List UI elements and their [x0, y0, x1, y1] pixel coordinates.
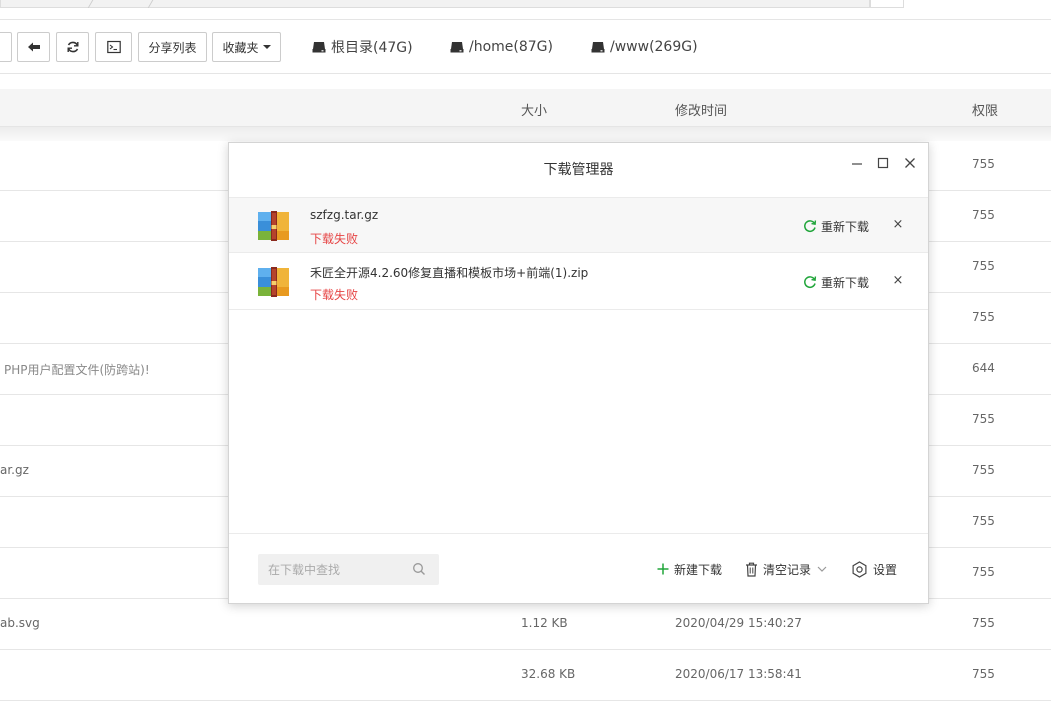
cell-name: PHP用户配置文件(防跨站)! [4, 363, 150, 377]
chevron-down-icon [817, 566, 827, 572]
terminal-button[interactable] [95, 32, 132, 62]
hard-drive-icon [312, 41, 326, 53]
minimize-icon [852, 163, 862, 165]
cell-permission: 755 [972, 565, 995, 579]
disk-www[interactable]: /www(269G) [591, 32, 698, 62]
cell-permission: 755 [972, 412, 995, 426]
download-filename: szfzg.tar.gz [310, 208, 379, 222]
close-icon [905, 158, 915, 168]
clear-records-label: 清空记录 [763, 562, 812, 577]
retry-label: 重新下载 [821, 219, 870, 234]
caret-down-icon [262, 45, 271, 49]
retry-icon [804, 220, 817, 233]
column-size[interactable]: 大小 [521, 100, 547, 119]
search-icon[interactable] [412, 562, 426, 576]
path-segment[interactable] [88, 0, 154, 8]
path-bar[interactable] [0, 0, 870, 8]
hard-drive-icon [591, 41, 605, 53]
maximize-icon [877, 157, 889, 169]
refresh-icon [67, 41, 78, 53]
download-search-input[interactable] [258, 554, 408, 585]
disk-home[interactable]: /home(87G) [450, 32, 553, 62]
retry-label: 重新下载 [821, 275, 870, 290]
forward-button[interactable] [0, 32, 12, 62]
cell-permission: 755 [972, 667, 995, 681]
download-search [258, 554, 439, 585]
disk-label: /home(87G) [469, 39, 553, 55]
plus-icon [657, 563, 669, 575]
cell-permission: 755 [972, 463, 995, 477]
download-filename: 禾匠全开源4.2.60修复直播和模板市场+前端(1).zip [310, 266, 589, 280]
refresh-button[interactable] [56, 32, 89, 62]
cell-permission: 755 [972, 514, 995, 528]
terminal-icon [106, 40, 121, 54]
cell-permission: 644 [972, 361, 995, 375]
close-button[interactable] [902, 155, 918, 171]
disk-label: 根目录(47G) [331, 40, 413, 56]
cell-permission: 755 [972, 208, 995, 222]
dialog-footer: 新建下载 清空记录 设置 [229, 533, 928, 603]
download-item[interactable]: 禾匠全开源4.2.60修复直播和模板市场+前端(1).zip 下载失败 重新下载… [229, 254, 928, 310]
column-permission[interactable]: 权限 [972, 100, 998, 119]
share-list-button[interactable]: 分享列表 [138, 32, 207, 62]
download-status-failed: 下载失败 [310, 288, 359, 302]
table-row[interactable]: 32.68 KB 2020/06/17 13:58:41 755 [0, 650, 1051, 701]
trash-icon [746, 562, 757, 577]
remove-download-button[interactable]: × [891, 273, 905, 289]
cell-name: ab.svg [0, 616, 40, 630]
path-segment[interactable] [28, 0, 94, 8]
disk-label: /www(269G) [610, 39, 698, 55]
cell-modified: 2020/04/29 15:40:27 [675, 616, 802, 630]
download-status-failed: 下载失败 [310, 232, 359, 246]
cell-permission: 755 [972, 259, 995, 273]
new-download-label: 新建下载 [674, 562, 723, 577]
retry-download-button[interactable]: 重新下载 [803, 273, 869, 291]
cell-permission: 755 [972, 616, 995, 630]
cell-name: ar.gz [0, 463, 29, 477]
file-table-header: 大小 修改时间 权限 [0, 89, 1051, 141]
path-go-button[interactable] [870, 0, 904, 8]
disk-root[interactable]: 根目录(47G) [312, 32, 413, 62]
dialog-title: 下载管理器 [543, 162, 614, 178]
cell-size: 1.12 KB [521, 616, 568, 630]
cell-modified: 2020/06/17 13:58:41 [675, 667, 802, 681]
archive-file-icon [257, 266, 291, 298]
arrow-left-icon [27, 42, 40, 52]
address-strip [0, 0, 1051, 20]
settings-button[interactable]: 设置 [851, 560, 897, 578]
cell-size: 32.68 KB [521, 667, 576, 681]
table-row[interactable]: ab.svg 1.12 KB 2020/04/29 15:40:27 755 [0, 599, 1051, 650]
download-item[interactable]: szfzg.tar.gz 下载失败 重新下载 × [229, 197, 928, 253]
file-toolbar: 分享列表 收藏夹 根目录(47G) /home(87G) /www(269G) [0, 20, 1051, 74]
clear-records-dropdown[interactable]: 清空记录 [745, 560, 827, 578]
minimize-button[interactable] [849, 155, 865, 171]
favorites-dropdown[interactable]: 收藏夹 [212, 32, 281, 62]
hard-drive-icon [450, 41, 464, 53]
maximize-button[interactable] [875, 155, 891, 171]
cell-permission: 755 [972, 157, 995, 171]
cell-permission: 755 [972, 310, 995, 324]
column-modified[interactable]: 修改时间 [675, 100, 727, 119]
favorites-label: 收藏夹 [222, 40, 259, 55]
archive-file-icon [257, 210, 291, 242]
gear-icon [852, 560, 867, 578]
retry-download-button[interactable]: 重新下载 [803, 217, 869, 235]
remove-download-button[interactable]: × [891, 217, 905, 233]
settings-label: 设置 [873, 562, 898, 577]
back-button[interactable] [17, 32, 50, 62]
retry-icon [804, 276, 817, 289]
download-manager-dialog: 下载管理器 szfzg.tar.gz 下载失败 重新下载 × 禾匠全开源4.2.… [228, 142, 929, 604]
new-download-button[interactable]: 新建下载 [657, 560, 722, 578]
